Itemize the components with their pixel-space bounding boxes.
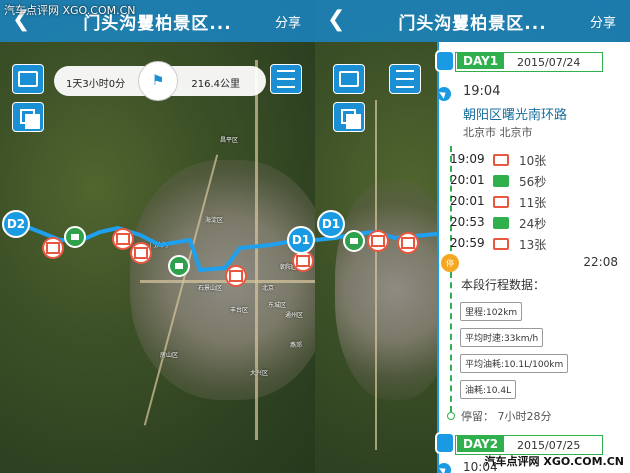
car-icon [435,432,455,454]
navigation-icon [437,463,451,473]
photo-toggle-button[interactable] [333,64,365,94]
stop-badge: 停 [441,254,459,272]
photo-marker[interactable] [225,265,247,287]
video-icon [493,217,509,229]
video-marker[interactable] [64,226,86,248]
event-value[interactable]: 11张 [519,194,546,211]
video-icon [493,175,509,187]
timeline-track [437,42,439,473]
menu-button[interactable] [270,64,302,94]
photo-marker[interactable] [130,242,152,264]
timeline-dash [450,272,452,412]
camera-icon [493,196,509,208]
stop-duration: 停留： 7小时28分 [461,410,552,423]
stat-fuel: 油耗:10.4L [460,380,517,399]
stop-time: 22:08 [583,255,618,269]
day-date: 2015/07/25 [517,439,581,452]
day-badge: DAY2 [457,436,505,452]
trip-duration: 1天3小时0分 [66,79,126,90]
page-title: 门头沟矍柏景区... [398,14,547,34]
stat-avg-speed: 平均时速:33km/h [460,328,544,347]
photo-toggle-button[interactable] [12,64,44,94]
layers-icon [341,109,361,129]
navigation-icon [437,87,451,101]
photo-icon [339,71,359,87]
start-place[interactable]: 朝阳区曙光南环路 [463,104,567,123]
day-badge: DAY1 [457,53,505,69]
photo-marker[interactable] [397,232,419,254]
photo-marker[interactable] [42,237,64,259]
route-icon[interactable]: ⚑ [138,61,178,101]
event-time: 20:01 [450,194,485,208]
layers-icon [20,109,40,129]
menu-icon [277,70,295,72]
event-value[interactable]: 10张 [519,152,546,169]
event-time: 20:01 [450,173,485,187]
watermark-bottom: 汽车点评网 XGO.COM.CN [484,455,624,468]
start-marker-d1[interactable]: D1 [317,210,345,238]
start-time: 19:04 [463,84,501,99]
camera-icon [493,238,509,250]
trip-summary-pill: 1天3小时0分 ⚑ 216.4公里 [54,61,266,101]
timeline-screen: D1 ❮ 门头沟矍柏景区... 分享 DAY1 2015/07/24 19:04… [315,0,630,473]
layers-button[interactable] [12,102,44,132]
event-value[interactable]: 24秒 [519,215,546,232]
share-button[interactable]: 分享 [590,12,616,31]
menu-icon [396,70,414,72]
share-button[interactable]: 分享 [275,12,301,31]
start-city: 北京市 北京市 [463,126,533,139]
day-date: 2015/07/24 [517,56,581,69]
trip-distance: 216.4公里 [191,79,240,90]
video-marker[interactable] [168,255,190,277]
stats-title: 本段行程数据： [461,278,546,292]
car-icon [435,50,455,72]
event-value[interactable]: 13张 [519,236,546,253]
event-time: 20:59 [450,236,485,250]
end-marker-d2[interactable]: D2 [2,210,30,238]
layers-button[interactable] [333,102,365,132]
trip-timeline[interactable]: DAY1 2015/07/24 19:04 朝阳区曙光南环路 北京市 北京市 1… [435,42,630,473]
map-screen: 北京 石景山区 海淀区 昌平区 丰台区 通州区 门头沟 大兴区 朝阳区 东城区 … [0,0,315,473]
stat-avg-fuel: 平均油耗:10.1L/100km [460,354,569,373]
event-time: 19:09 [450,152,485,166]
watermark-top: 汽车点评网 XGO.COM.CN [4,4,136,17]
photo-icon [18,71,38,87]
event-value[interactable]: 56秒 [519,173,546,190]
start-marker-d1[interactable]: D1 [287,226,315,254]
top-bar: ❮ 门头沟矍柏景区... 分享 [315,0,630,42]
video-marker[interactable] [343,230,365,252]
photo-marker[interactable] [367,230,389,252]
stat-mileage: 里程:102km [460,302,523,321]
menu-button[interactable] [389,64,421,94]
camera-icon [493,154,509,166]
event-time: 20:53 [450,215,485,229]
timeline-dot [447,412,455,420]
